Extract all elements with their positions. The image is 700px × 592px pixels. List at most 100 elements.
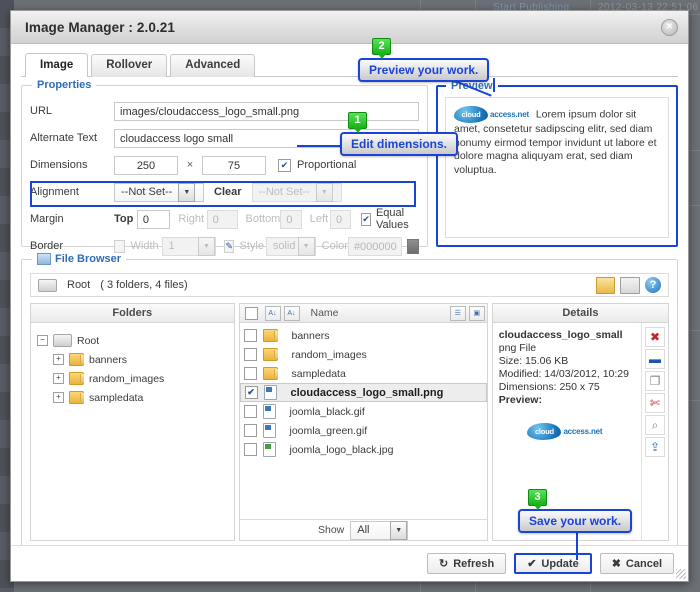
new-folder-icon[interactable]: [596, 277, 615, 294]
resize-handle[interactable]: [676, 569, 686, 579]
show-select[interactable]: All ▼: [350, 521, 408, 540]
detail-preview-image: cloud access.net: [499, 423, 635, 440]
folder-tree-item-root[interactable]: − Root: [37, 331, 228, 350]
border-style-value: solid: [273, 240, 296, 252]
path-counts: ( 3 folders, 4 files): [100, 279, 187, 291]
logo-name: access.net: [490, 108, 529, 122]
copy-icon[interactable]: ❐: [645, 371, 665, 391]
callout-3-leader: [576, 532, 578, 560]
margin-bottom-input[interactable]: 0: [280, 210, 301, 229]
drive-icon: [38, 279, 57, 292]
list-view-icon[interactable]: ☰: [450, 306, 466, 321]
dimension-separator: ×: [178, 159, 202, 171]
chevron-down-icon: ▼: [178, 183, 195, 202]
callout-2-bubble: Preview your work.: [358, 58, 489, 82]
expand-icon[interactable]: +: [53, 373, 64, 384]
list-item[interactable]: joomla_green.gif: [240, 421, 487, 440]
callout-3-bubble: Save your work.: [518, 509, 632, 533]
row-checkbox[interactable]: [244, 348, 257, 361]
tab-rollover[interactable]: Rollover: [91, 54, 167, 77]
proportional-checkbox[interactable]: ✔: [278, 159, 291, 172]
border-color-label: Color: [322, 240, 348, 252]
margin-top-input[interactable]: 0: [137, 210, 171, 229]
path-root-label[interactable]: Root: [67, 279, 90, 291]
file-list-column: A↓ A↓ Name ☰ ▣ banners: [239, 303, 488, 541]
row-checkbox[interactable]: [244, 443, 257, 456]
border-color-input[interactable]: #000000: [348, 237, 402, 256]
row-checkbox[interactable]: [244, 405, 257, 418]
tab-image[interactable]: Image: [25, 53, 88, 77]
cut-icon[interactable]: ✄: [645, 393, 665, 413]
list-item[interactable]: random_images: [240, 345, 487, 364]
folder-tree: − Root + banners + random_images: [31, 323, 234, 415]
delete-icon[interactable]: ✖: [645, 327, 665, 347]
rename-icon[interactable]: ▬: [645, 349, 665, 369]
row-checkbox[interactable]: [244, 329, 257, 342]
folder-tree-item-sampledata[interactable]: + sampledata: [37, 388, 228, 407]
margin-row: Margin Top 0 Right 0 Bottom 0 Left 0 ✔ E…: [30, 208, 419, 230]
gif-file-icon: [263, 423, 276, 438]
sort-az-icon[interactable]: A↓: [265, 306, 281, 321]
folders-column: Folders − Root + banners: [30, 303, 235, 541]
folder-label: Root: [77, 335, 99, 347]
refresh-button[interactable]: ↻ Refresh: [427, 553, 506, 574]
row-checkbox-checked[interactable]: ✔: [245, 386, 258, 399]
preview-panel: Preview cloud access.net Lorem ipsum dol…: [436, 85, 678, 247]
border-width-select[interactable]: 1 ▼: [162, 237, 216, 256]
logo-blob: cloud: [527, 423, 561, 440]
folder-tree-item-banners[interactable]: + banners: [37, 350, 228, 369]
list-item[interactable]: sampledata: [240, 364, 487, 383]
refresh-label: Refresh: [453, 558, 494, 570]
margin-left-input[interactable]: 0: [330, 210, 351, 229]
upload-image-icon[interactable]: [620, 277, 640, 294]
url-input[interactable]: images/cloudaccess_logo_small.png: [114, 102, 419, 121]
margin-right-input[interactable]: 0: [207, 210, 238, 229]
equal-values-checkbox[interactable]: ✔: [361, 213, 371, 226]
border-width-checkbox[interactable]: [114, 240, 125, 253]
url-label: URL: [30, 105, 114, 117]
zoom-icon[interactable]: ⌕: [645, 415, 665, 435]
select-all-checkbox[interactable]: [245, 307, 258, 320]
row-checkbox[interactable]: [244, 424, 257, 437]
jpg-file-icon: [263, 442, 276, 457]
sort-za-icon[interactable]: A↓: [284, 306, 300, 321]
file-name: joomla_black.gif: [290, 406, 365, 418]
border-style-checkbox[interactable]: ✎: [224, 240, 235, 253]
callout-2-number: 2: [372, 38, 391, 55]
callout-1: 1 Edit dimensions.: [340, 132, 458, 156]
upload-icon[interactable]: ⇪: [645, 437, 665, 457]
thumbnail-view-icon[interactable]: ▣: [469, 306, 485, 321]
clear-select[interactable]: --Not Set-- ▼: [252, 183, 342, 202]
list-item[interactable]: joomla_black.gif: [240, 402, 487, 421]
close-icon[interactable]: ✕: [661, 19, 678, 36]
cancel-button[interactable]: ✖ Cancel: [600, 553, 674, 574]
expand-icon[interactable]: +: [53, 392, 64, 403]
list-item[interactable]: joomla_logo_black.jpg: [240, 440, 487, 459]
row-checkbox[interactable]: [244, 367, 257, 380]
folder-icon: [69, 353, 84, 366]
color-picker-icon[interactable]: [407, 239, 419, 254]
page-title: Image Manager : 2.0.21: [25, 20, 175, 35]
properties-legend: Properties: [32, 79, 96, 91]
width-input[interactable]: 250: [114, 156, 178, 175]
top-panels: Properties URL images/cloudaccess_logo_s…: [21, 85, 678, 247]
name-column-header[interactable]: Name: [311, 307, 339, 319]
refresh-icon: ↻: [439, 557, 448, 570]
chevron-down-icon: ▼: [298, 237, 315, 256]
list-item-selected[interactable]: ✔ cloudaccess_logo_small.png: [240, 383, 487, 402]
folder-tree-item-random-images[interactable]: + random_images: [37, 369, 228, 388]
show-value: All: [357, 524, 369, 536]
border-style-select[interactable]: solid ▼: [266, 237, 316, 256]
file-name: joomla_green.gif: [290, 425, 368, 437]
alignment-select[interactable]: --Not Set-- ▼: [114, 183, 204, 202]
update-button[interactable]: ✔ Update: [514, 553, 592, 574]
border-width-value: 1: [169, 240, 175, 252]
help-icon[interactable]: ?: [645, 277, 661, 293]
tab-advanced[interactable]: Advanced: [170, 54, 255, 77]
height-input[interactable]: 75: [202, 156, 266, 175]
folder-label: banners: [89, 354, 127, 366]
expand-icon[interactable]: +: [53, 354, 64, 365]
collapse-icon[interactable]: −: [37, 335, 48, 346]
file-browser-legend: File Browser: [32, 253, 126, 265]
list-item[interactable]: banners: [240, 326, 487, 345]
